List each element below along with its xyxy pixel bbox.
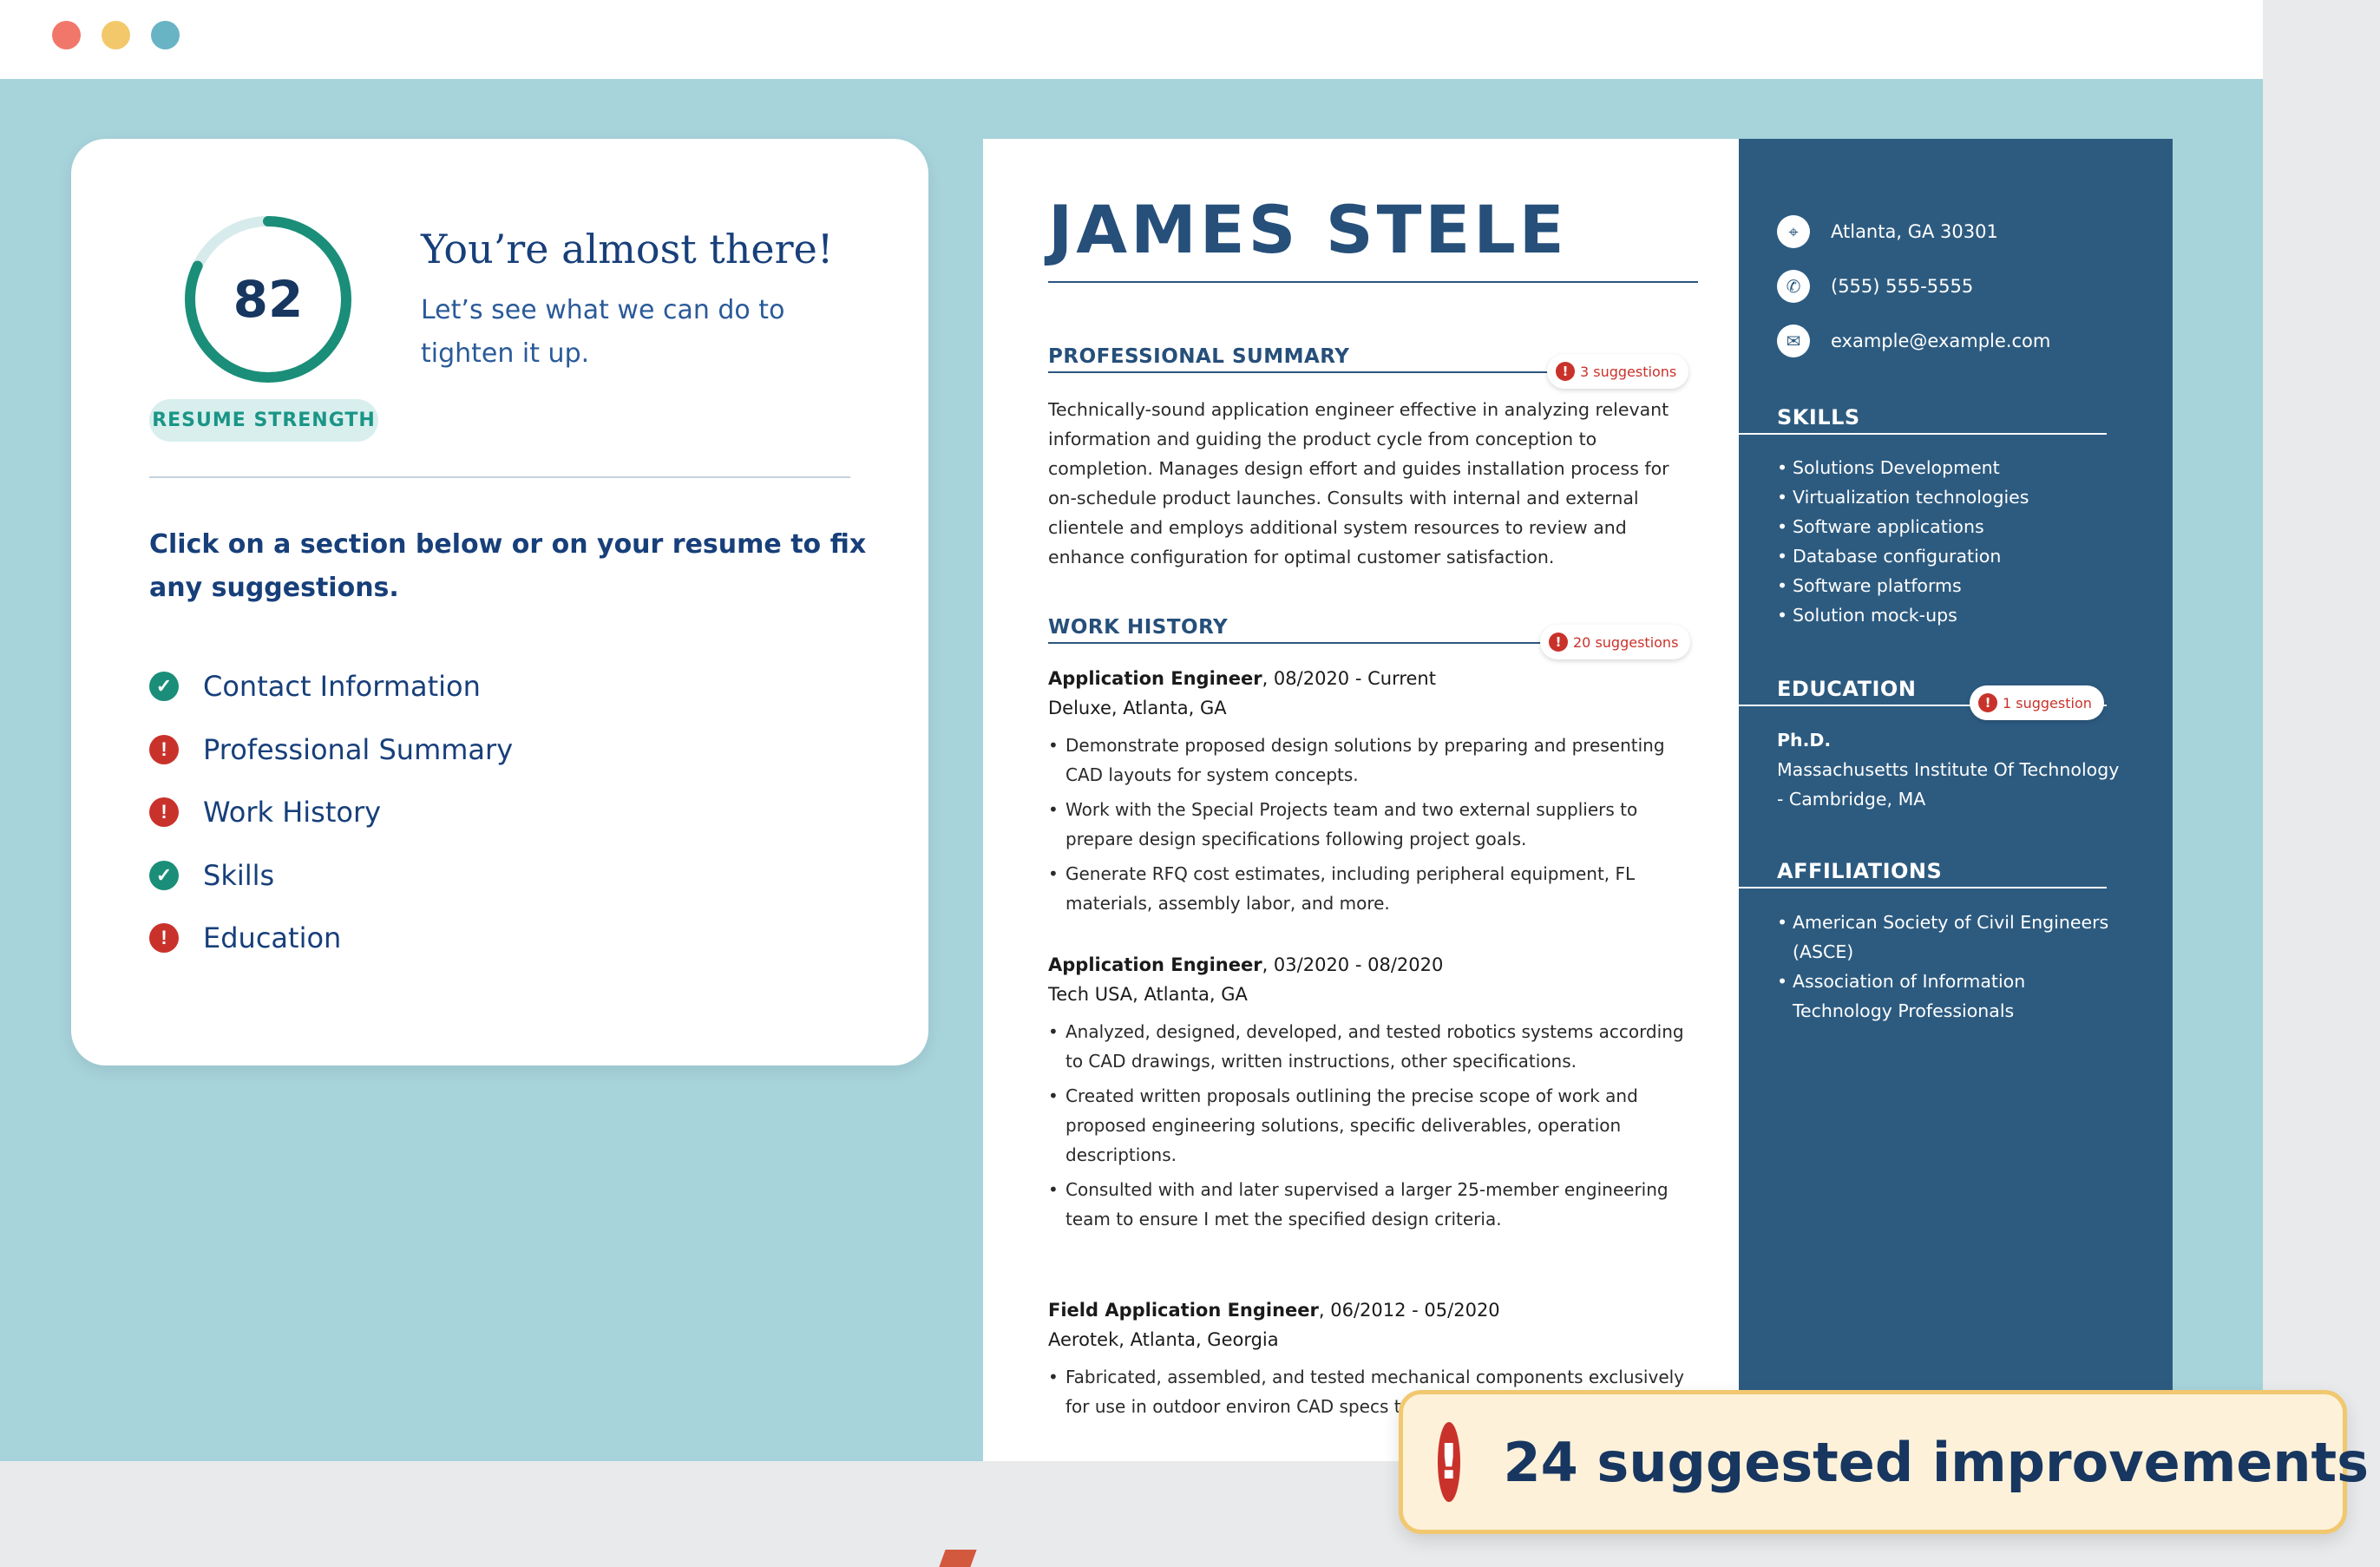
job-location: Tech USA, Atlanta, GA — [1048, 984, 1248, 1005]
section-item-work-history[interactable]: ! Work History — [149, 781, 513, 844]
affiliations-list: American Society of Civil Engineers (ASC… — [1777, 908, 2124, 1026]
suggestions-count: 20 suggestions — [1573, 633, 1679, 651]
education-heading[interactable]: EDUCATION — [1777, 677, 1916, 701]
contact-email: ✉ example@example.com — [1777, 325, 2050, 357]
job-title-line: Application Engineer, 08/2020 - Current — [1048, 668, 1436, 689]
alert-icon: ! — [1556, 362, 1575, 381]
suggestions-count: 3 suggestions — [1580, 363, 1677, 380]
work-suggestions-badge[interactable]: ! 20 suggestions — [1540, 625, 1691, 659]
candidate-name: JAMES STELE — [1048, 191, 1568, 268]
suggestions-count: 1 suggestion — [2003, 694, 2092, 711]
section-divider — [1739, 433, 2107, 435]
section-label: Education — [203, 921, 342, 955]
list-item: Virtualization technologies — [1777, 482, 2124, 512]
list-item: Work with the Special Projects team and … — [1048, 795, 1690, 854]
affiliations-heading[interactable]: AFFILIATIONS — [1777, 859, 1942, 883]
section-label: Skills — [203, 858, 275, 892]
resume-document[interactable]: JAMES STELE PROFESSIONAL SUMMARY ! 3 sug… — [983, 139, 1739, 1461]
list-item: Solution mock-ups — [1777, 600, 2124, 630]
job-title-line: Field Application Engineer, 06/2012 - 05… — [1048, 1300, 1500, 1321]
resume-strength-badge: RESUME STRENGTH — [149, 399, 378, 442]
list-item: Demonstrate proposed design solutions by… — [1048, 731, 1690, 790]
job-bullets: Analyzed, designed, developed, and teste… — [1048, 1017, 1690, 1239]
alert-icon: ! — [1978, 693, 1997, 712]
summary-suggestions-badge[interactable]: ! 3 suggestions — [1547, 354, 1689, 389]
list-item: American Society of Civil Engineers (ASC… — [1777, 908, 2124, 967]
check-icon: ✓ — [149, 860, 179, 890]
maximize-window-dot[interactable] — [151, 21, 180, 49]
job-location: Deluxe, Atlanta, GA — [1048, 698, 1227, 718]
section-list: ✓ Contact Information ! Professional Sum… — [149, 655, 513, 970]
list-item: Association of Information Technology Pr… — [1777, 967, 2124, 1026]
improvements-count-text: 24 suggested improvements — [1503, 1430, 2370, 1494]
skills-heading[interactable]: SKILLS — [1777, 405, 1860, 429]
title-bar — [0, 0, 2263, 79]
email-icon: ✉ — [1777, 325, 1810, 357]
check-icon: ✓ — [149, 672, 179, 702]
education-suggestions-badge[interactable]: ! 1 suggestion — [1970, 685, 2104, 720]
contact-address: ⌖ Atlanta, GA 30301 — [1777, 215, 1998, 248]
summary-text: Technically-sound application engineer e… — [1048, 399, 1669, 567]
app-window: 82 RESUME STRENGTH You’re almost there! … — [0, 0, 2263, 1461]
alert-icon: ! — [1549, 633, 1568, 652]
list-item: Consulted with and later supervised a la… — [1048, 1175, 1690, 1234]
instruction-text: Click on a section below or on your resu… — [149, 529, 867, 603]
alert-icon: ! — [149, 734, 179, 764]
school: Massachusetts Institute Of Technology - … — [1777, 759, 2120, 810]
job-location: Aerotek, Atlanta, Georgia — [1048, 1329, 1279, 1350]
section-label: Work History — [203, 796, 382, 829]
score-value: 82 — [233, 270, 304, 329]
education-entry: Ph.D. Massachusetts Institute Of Technol… — [1777, 725, 2124, 814]
section-item-professional-summary[interactable]: ! Professional Summary — [149, 718, 513, 782]
degree: Ph.D. — [1777, 730, 1832, 751]
list-item: Analyzed, designed, developed, and teste… — [1048, 1017, 1690, 1076]
section-divider — [1739, 887, 2107, 888]
section-label: Contact Information — [203, 670, 481, 704]
alert-icon: ! — [149, 797, 179, 828]
location-pin-icon: ⌖ — [1777, 215, 1810, 248]
list-item: Solutions Development — [1777, 453, 2124, 482]
resume-sidebar[interactable]: ⌖ Atlanta, GA 30301 ✆ (555) 555-5555 ✉ e… — [1739, 139, 2173, 1461]
close-window-dot[interactable] — [52, 21, 81, 49]
skills-list: Solutions Development Virtualization tec… — [1777, 453, 2124, 630]
headline: You’re almost there! — [421, 226, 834, 272]
work-history-heading[interactable]: WORK HISTORY — [1048, 616, 1228, 639]
professional-summary-heading[interactable]: PROFESSIONAL SUMMARY — [1048, 345, 1349, 368]
subheadline: Let’s see what we can do to tighten it u… — [421, 295, 785, 369]
alert-icon: ! — [149, 923, 179, 954]
alert-icon: ! — [1438, 1422, 1460, 1502]
list-item: Generate RFQ cost estimates, including p… — [1048, 859, 1690, 918]
section-item-skills[interactable]: ✓ Skills — [149, 844, 513, 908]
list-item: Created written proposals outlining the … — [1048, 1081, 1690, 1170]
resume-strength-card: 82 RESUME STRENGTH You’re almost there! … — [71, 139, 928, 1065]
contact-phone: ✆ (555) 555-5555 — [1777, 270, 1973, 303]
list-item: Database configuration — [1777, 541, 2124, 571]
list-item: Software applications — [1777, 512, 2124, 541]
decorative-shape — [939, 1550, 977, 1567]
list-item: Software platforms — [1777, 571, 2124, 600]
divider — [149, 476, 850, 478]
suggested-improvements-banner[interactable]: ! 24 suggested improvements — [1399, 1390, 2369, 1534]
section-item-education[interactable]: ! Education — [149, 907, 513, 970]
job-title-line: Application Engineer, 03/2020 - 08/2020 — [1048, 954, 1444, 975]
minimize-window-dot[interactable] — [102, 21, 130, 49]
section-label: Professional Summary — [203, 732, 514, 766]
section-item-contact-information[interactable]: ✓ Contact Information — [149, 655, 513, 718]
name-divider — [1048, 281, 1698, 283]
phone-icon: ✆ — [1777, 270, 1810, 303]
job-bullets: Demonstrate proposed design solutions by… — [1048, 731, 1690, 923]
